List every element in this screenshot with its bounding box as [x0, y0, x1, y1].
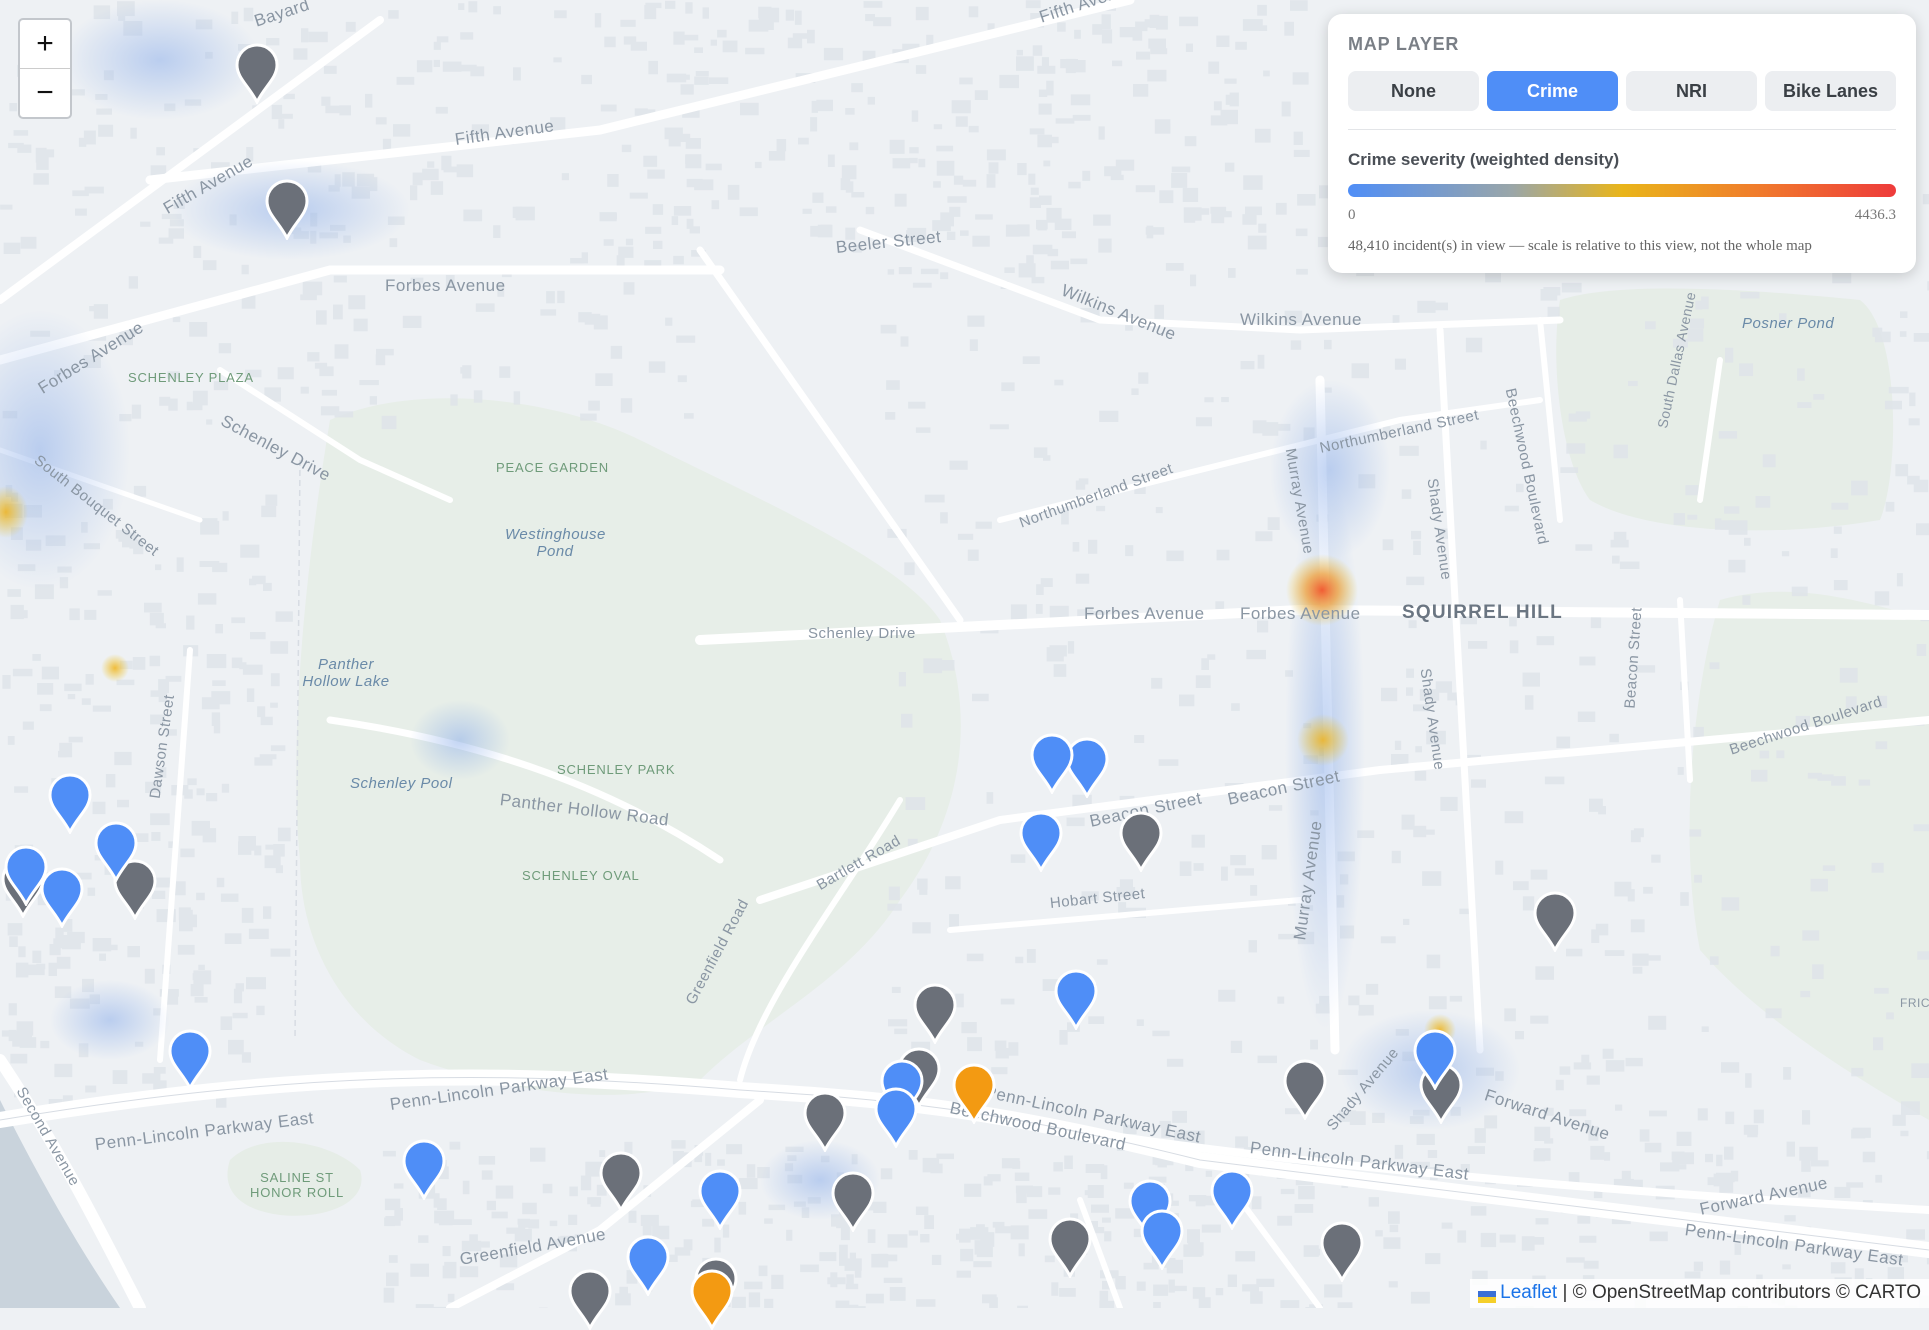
gray-map-pin-icon[interactable] — [1532, 890, 1578, 952]
label-schenley-plaza: SCHENLEY PLAZA — [128, 370, 254, 385]
layer-nri-button[interactable]: NRI — [1626, 71, 1757, 111]
gray-map-pin-icon[interactable] — [912, 982, 958, 1044]
legend-range: 0 4436.3 — [1348, 207, 1896, 224]
blue-map-pin-icon[interactable] — [1209, 1168, 1255, 1230]
blue-map-pin-icon[interactable] — [1053, 968, 1099, 1030]
gray-map-pin-icon[interactable] — [567, 1268, 613, 1330]
label-forbes-avenue-4: Forbes Avenue — [1240, 604, 1361, 624]
blue-map-pin-icon[interactable] — [47, 772, 93, 834]
gray-map-pin-icon[interactable] — [234, 42, 280, 104]
legend-title: Crime severity (weighted density) — [1348, 150, 1896, 170]
label-peace-garden: PEACE GARDEN — [496, 460, 609, 475]
panel-divider — [1348, 129, 1896, 130]
label-forbes-avenue: Forbes Avenue — [385, 276, 506, 296]
gray-map-pin-icon[interactable] — [1118, 810, 1164, 872]
blue-map-pin-icon[interactable] — [39, 866, 85, 928]
label-saline-st-honor-roll: SALINE ST HONOR ROLL — [232, 1170, 362, 1200]
ukraine-flag-icon — [1478, 1287, 1496, 1299]
orange-map-pin-icon[interactable] — [951, 1062, 997, 1124]
gray-map-pin-icon[interactable] — [1047, 1216, 1093, 1278]
label-schenley-pool: Schenley Pool — [350, 775, 452, 792]
panel-title: MAP LAYER — [1348, 34, 1896, 55]
legend-min: 0 — [1348, 207, 1356, 224]
label-panther-hollow-lake: Panther Hollow Lake — [296, 656, 396, 690]
gray-map-pin-icon[interactable] — [598, 1150, 644, 1212]
layer-bike-lanes-button[interactable]: Bike Lanes — [1765, 71, 1896, 111]
blue-map-pin-icon[interactable] — [93, 820, 139, 882]
blue-map-pin-icon[interactable] — [625, 1234, 671, 1296]
legend-gradient-bar — [1348, 184, 1896, 197]
layer-button-group: None Crime NRI Bike Lanes — [1348, 71, 1896, 111]
layer-none-button[interactable]: None — [1348, 71, 1479, 111]
label-schenley-drive-2: Schenley Drive — [808, 625, 916, 642]
blue-map-pin-icon[interactable] — [1018, 810, 1064, 872]
zoom-out-button[interactable]: − — [20, 68, 70, 117]
label-frick: FRIC — [1900, 996, 1929, 1010]
blue-map-pin-icon[interactable] — [401, 1138, 447, 1200]
zoom-control: + − — [18, 18, 72, 119]
label-posner-pond: Posner Pond — [1742, 315, 1834, 332]
gray-map-pin-icon[interactable] — [1319, 1220, 1365, 1282]
blue-map-pin-icon[interactable] — [1139, 1208, 1185, 1270]
legend-max: 4436.3 — [1855, 207, 1896, 224]
orange-map-pin-icon[interactable] — [689, 1268, 735, 1330]
blue-map-pin-icon[interactable] — [167, 1028, 213, 1090]
label-westinghouse-pond: Westinghouse Pond — [505, 526, 605, 560]
layer-crime-button[interactable]: Crime — [1487, 71, 1618, 111]
incident-count-note: 48,410 incident(s) in view — scale is re… — [1348, 238, 1896, 255]
blue-map-pin-icon[interactable] — [697, 1168, 743, 1230]
label-forbes-avenue-3: Forbes Avenue — [1084, 604, 1205, 624]
label-schenley-oval: SCHENLEY OVAL — [522, 868, 640, 883]
label-schenley-park: SCHENLEY PARK — [557, 762, 675, 777]
attribution-text: | © OpenStreetMap contributors © CARTO — [1562, 1282, 1921, 1303]
blue-map-pin-icon[interactable] — [1029, 732, 1075, 794]
zoom-in-button[interactable]: + — [20, 20, 70, 68]
label-wilkins-avenue-2: Wilkins Avenue — [1240, 310, 1362, 330]
blue-map-pin-icon[interactable] — [873, 1086, 919, 1148]
map-layer-panel: MAP LAYER None Crime NRI Bike Lanes Crim… — [1328, 14, 1916, 273]
gray-map-pin-icon[interactable] — [1282, 1058, 1328, 1120]
attribution: Leaflet | © OpenStreetMap contributors ©… — [1470, 1279, 1929, 1308]
gray-map-pin-icon[interactable] — [802, 1090, 848, 1152]
leaflet-link[interactable]: Leaflet — [1500, 1282, 1557, 1303]
gray-map-pin-icon[interactable] — [830, 1170, 876, 1232]
blue-map-pin-icon[interactable] — [1412, 1028, 1458, 1090]
gray-map-pin-icon[interactable] — [264, 178, 310, 240]
label-squirrel-hill: SQUIRREL HILL — [1402, 602, 1563, 624]
